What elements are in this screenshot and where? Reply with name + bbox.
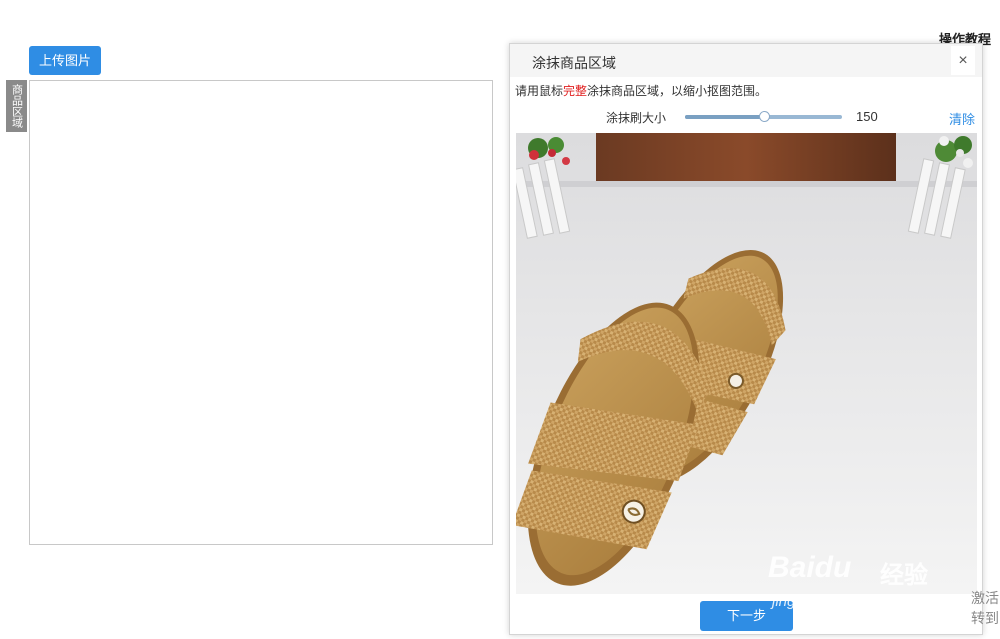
activation-line-1: 激活 bbox=[971, 590, 999, 606]
instruction-highlight: 完整 bbox=[563, 84, 588, 98]
product-area-panel[interactable] bbox=[29, 80, 493, 545]
activation-line-2: 转到 bbox=[971, 610, 999, 626]
instruction-before: 请用鼠标 bbox=[515, 84, 564, 98]
dialog-header[interactable]: 涂抹商品区域 × bbox=[510, 44, 982, 77]
watermark-brand: Baidu bbox=[768, 551, 852, 584]
watermark-brand-cn: 经验 bbox=[880, 562, 928, 589]
instruction-text: 请用鼠标完整涂抹商品区域，以缩小抠图范围。 bbox=[515, 82, 767, 99]
brush-size-value: 150 bbox=[856, 109, 878, 124]
product-area-tab: 商品区域 bbox=[6, 80, 27, 132]
slider-fill bbox=[685, 115, 764, 119]
dialog-title: 涂抹商品区域 bbox=[532, 55, 616, 71]
slider-thumb[interactable] bbox=[758, 111, 770, 122]
close-icon[interactable]: × bbox=[951, 46, 975, 75]
activation-notice: 激活 转到 bbox=[971, 588, 999, 628]
upload-image-button[interactable]: 上传图片 bbox=[29, 46, 101, 75]
baidu-watermark: Baidu 经验 jingyan.baidu.com bbox=[768, 531, 946, 619]
watermark-url: jingyan.baidu.com bbox=[772, 593, 893, 610]
brush-size-slider[interactable] bbox=[685, 111, 842, 122]
sandals-photo bbox=[516, 133, 977, 594]
clear-button[interactable]: 清除 bbox=[949, 109, 975, 128]
product-area-tab-label: 商品区域 bbox=[10, 84, 23, 128]
instruction-after: 涂抹商品区域，以缩小抠图范围。 bbox=[587, 84, 768, 98]
product-image-canvas[interactable] bbox=[516, 133, 977, 594]
brush-size-label: 涂抹刷大小 bbox=[606, 111, 667, 125]
